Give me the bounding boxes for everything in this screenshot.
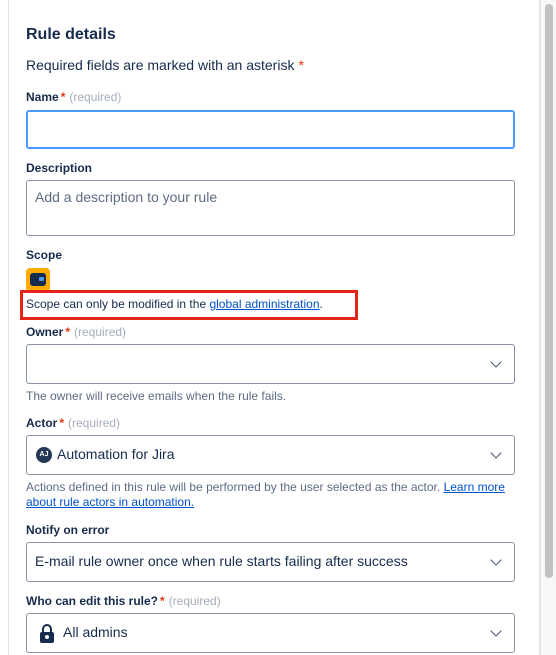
notify-value: E-mail rule owner once when rule starts …: [35, 553, 408, 569]
name-required-star: *: [60, 90, 66, 104]
actor-help-text: Actions defined in this rule will be per…: [26, 480, 515, 510]
name-label: Name * (required): [26, 90, 121, 104]
scope-label: Scope: [26, 248, 63, 262]
required-star: *: [298, 57, 304, 73]
actor-label-text: Actor: [26, 416, 58, 430]
lock-icon: [39, 624, 55, 643]
chevron-down-icon: [490, 447, 502, 459]
vertical-scrollbar[interactable]: [540, 0, 556, 655]
editors-required-star: *: [160, 594, 165, 608]
editors-label: Who can edit this rule? * (required): [26, 594, 221, 608]
name-required-hint: (required): [69, 90, 122, 104]
highlight-box: [20, 290, 358, 320]
who-can-edit-select[interactable]: All admins: [26, 613, 515, 653]
actor-value: Automation for Jira: [57, 446, 175, 462]
project-icon: [26, 268, 50, 292]
editors-value: All admins: [63, 624, 128, 640]
required-note-text: Required fields are marked with an aster…: [26, 57, 295, 73]
actor-avatar: AJ: [36, 447, 52, 463]
actor-required-hint: (required): [68, 416, 121, 430]
owner-label: Owner * (required): [26, 325, 126, 339]
description-textarea[interactable]: Add a description to your rule: [26, 180, 515, 236]
actor-required-star: *: [59, 416, 65, 430]
description-placeholder: Add a description to your rule: [35, 189, 218, 205]
rule-details-panel: Rule details Required fields are marked …: [8, 0, 540, 655]
required-fields-note: Required fields are marked with an aster…: [26, 57, 304, 73]
owner-required-star: *: [65, 325, 71, 339]
name-label-text: Name: [26, 90, 59, 104]
chevron-down-icon: [490, 554, 502, 566]
name-input[interactable]: [26, 110, 515, 149]
actor-select[interactable]: AJ Automation for Jira: [26, 435, 515, 475]
actor-label: Actor * (required): [26, 416, 120, 430]
owner-select[interactable]: [26, 344, 515, 384]
editors-required-hint: (required): [168, 594, 221, 608]
actor-help-body: Actions defined in this rule will be per…: [26, 480, 444, 494]
description-label: Description: [26, 161, 93, 175]
owner-help-text: The owner will receive emails when the r…: [26, 389, 287, 403]
owner-label-text: Owner: [26, 325, 64, 339]
owner-required-hint: (required): [74, 325, 127, 339]
editors-label-text: Who can edit this rule?: [26, 594, 159, 608]
chevron-down-icon: [490, 625, 502, 637]
page-title: Rule details: [26, 26, 116, 43]
chevron-down-icon: [490, 356, 502, 368]
scrollbar-thumb[interactable]: [545, 4, 553, 578]
notify-label: Notify on error: [26, 523, 110, 537]
notify-on-error-select[interactable]: E-mail rule owner once when rule starts …: [26, 542, 515, 582]
